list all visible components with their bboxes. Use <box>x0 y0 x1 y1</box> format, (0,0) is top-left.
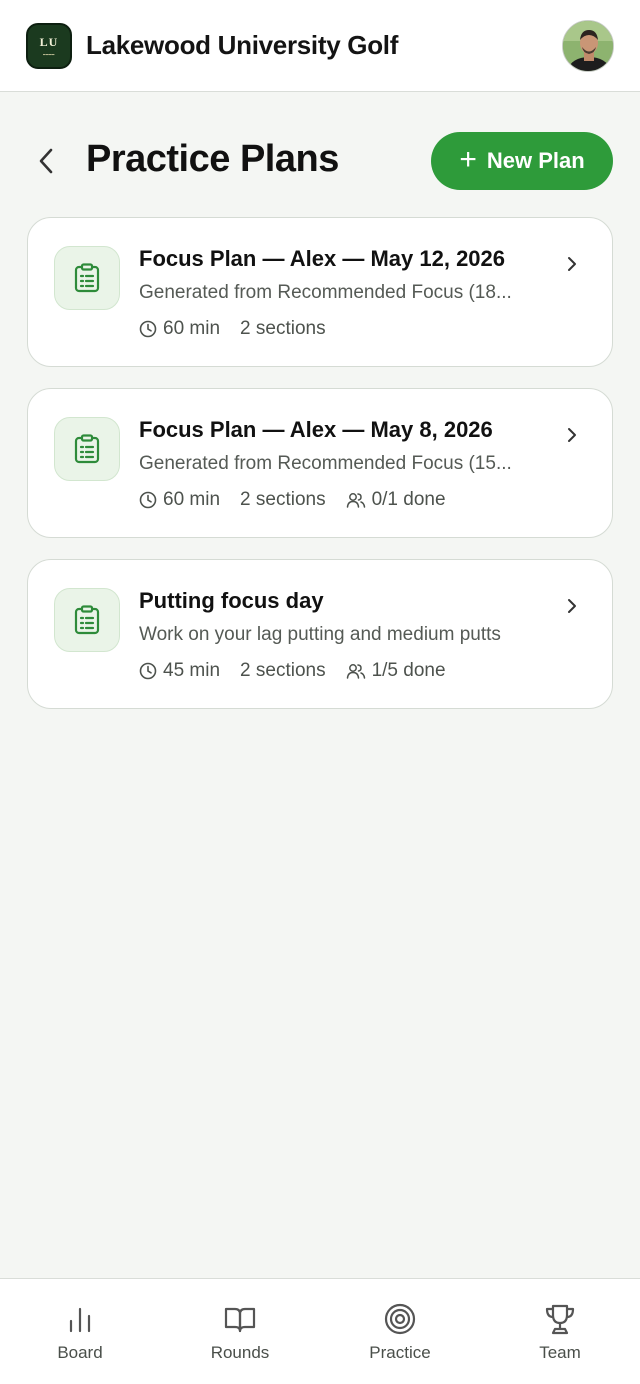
nav-label: Rounds <box>210 1343 270 1362</box>
plan-sections: 2 sections <box>240 318 326 339</box>
new-plan-label: New Plan <box>486 148 585 173</box>
nav-item-rounds[interactable]: Rounds <box>160 1279 320 1384</box>
users-icon <box>346 493 365 508</box>
bottom-nav: Board Rounds Practice Team <box>0 1278 640 1384</box>
bar-chart-icon <box>69 1307 91 1333</box>
clock-icon <box>139 491 157 509</box>
done-meta: 1/5 done <box>346 660 446 682</box>
duration-meta: 45 min <box>139 660 220 682</box>
target-icon <box>384 1303 416 1335</box>
clipboard-icon <box>54 417 120 481</box>
plan-sections: 2 sections <box>240 489 326 510</box>
plan-description: Generated from Recommended Focus (15... <box>139 453 512 474</box>
chevron-right-icon <box>568 257 576 271</box>
nav-label: Board <box>57 1343 103 1362</box>
plan-done: 0/1 done <box>371 489 446 510</box>
app-title: Lakewood University Golf <box>86 30 399 60</box>
plus-icon: + <box>459 142 477 176</box>
plan-card[interactable]: Putting focus day Work on your lag putti… <box>27 559 613 709</box>
plan-title: Focus Plan — Alex — May 12, 2026 <box>139 246 506 271</box>
chevron-left-icon <box>39 148 53 174</box>
plan-list: Focus Plan — Alex — May 12, 2026 Generat… <box>27 217 613 730</box>
plan-duration: 60 min <box>163 489 221 510</box>
plan-done: 1/5 done <box>371 660 446 681</box>
clock-icon <box>139 320 157 338</box>
nav-item-team[interactable]: Team <box>480 1279 640 1384</box>
done-meta: 0/1 done <box>346 489 446 511</box>
chevron-right-icon <box>568 428 576 442</box>
clipboard-icon <box>54 246 120 310</box>
plan-duration: 45 min <box>163 660 221 681</box>
nav-item-board[interactable]: Board <box>0 1279 160 1384</box>
plan-description: Work on your lag putting and medium putt… <box>139 624 501 645</box>
back-button[interactable] <box>30 144 62 178</box>
plan-meta: 60 min 2 sections <box>139 318 346 340</box>
app-root: LU ━━━━ Lakewood University Golf Practic… <box>0 0 640 1384</box>
logo-subtext: ━━━━ <box>43 51 55 57</box>
chevron-right-icon <box>568 599 576 613</box>
avatar-photo-icon <box>563 21 613 71</box>
plan-card[interactable]: Focus Plan — Alex — May 8, 2026 Generate… <box>27 388 613 538</box>
team-logo[interactable]: LU ━━━━ <box>26 22 72 69</box>
plan-duration: 60 min <box>163 318 221 339</box>
nav-label: Team <box>539 1343 581 1362</box>
plan-title: Focus Plan — Alex — May 8, 2026 <box>139 417 493 442</box>
plan-meta: 45 min 2 sections 1/5 done <box>139 660 466 682</box>
logo-text: LU <box>39 34 59 49</box>
users-icon <box>346 664 365 679</box>
plan-description: Generated from Recommended Focus (18... <box>139 282 512 303</box>
avatar[interactable] <box>562 20 614 72</box>
plan-card[interactable]: Focus Plan — Alex — May 12, 2026 Generat… <box>27 217 613 367</box>
clipboard-icon <box>54 588 120 652</box>
page-title: Practice Plans <box>86 138 339 180</box>
trophy-icon <box>545 1304 575 1335</box>
new-plan-button[interactable]: + New Plan <box>431 132 613 190</box>
book-icon <box>224 1307 256 1333</box>
plan-title: Putting focus day <box>139 588 324 613</box>
top-bar: LU ━━━━ Lakewood University Golf <box>0 0 640 92</box>
plan-meta: 60 min 2 sections 0/1 done <box>139 489 466 511</box>
clock-icon <box>139 662 157 680</box>
duration-meta: 60 min <box>139 318 220 340</box>
nav-item-practice[interactable]: Practice <box>320 1279 480 1384</box>
duration-meta: 60 min <box>139 489 220 511</box>
nav-label: Practice <box>369 1343 431 1362</box>
plan-sections: 2 sections <box>240 660 326 681</box>
page-header: Practice Plans + New Plan <box>0 130 640 192</box>
